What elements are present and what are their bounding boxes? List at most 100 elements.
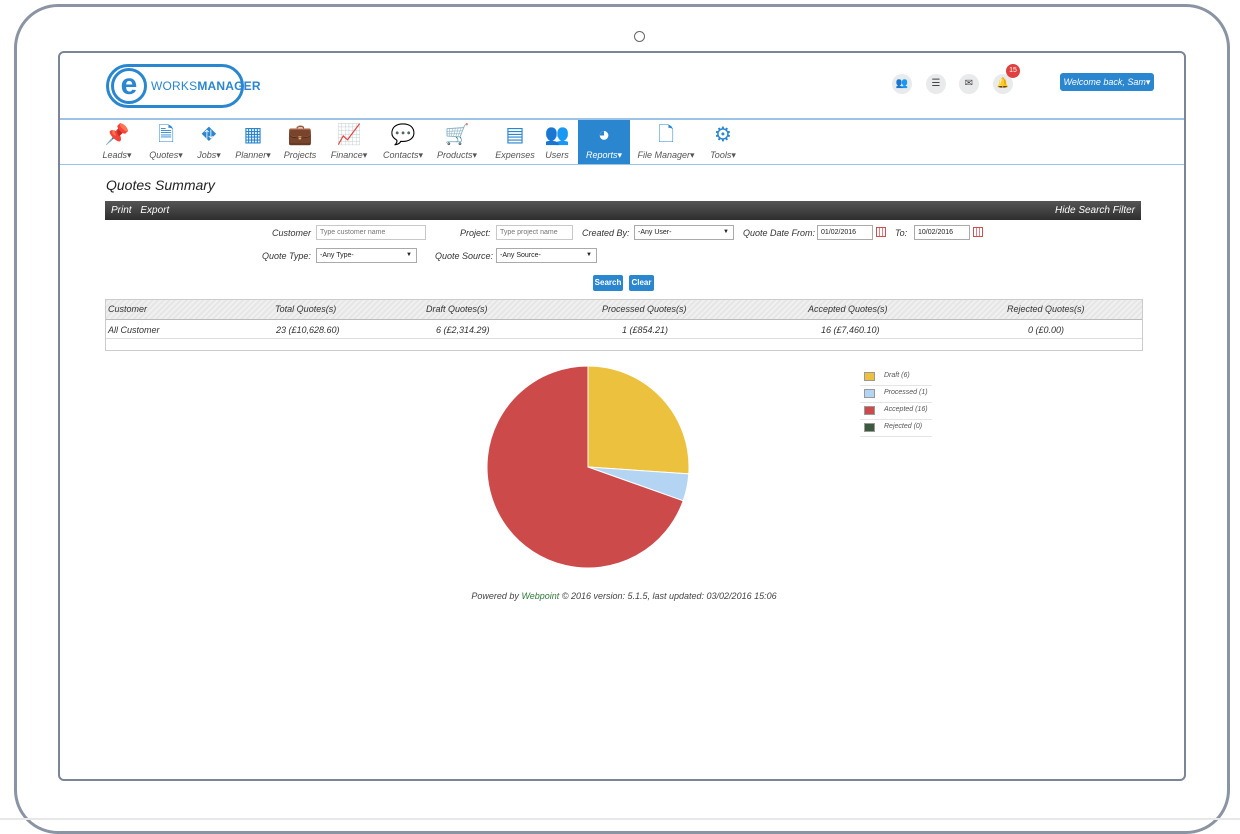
nav-item-label: File Manager▾	[637, 150, 695, 160]
briefcase-icon: 💼	[287, 124, 313, 146]
column-header: Total Quotes(s)	[275, 304, 337, 314]
document-icon: 🗎	[157, 124, 175, 146]
hide-search-filter-link[interactable]: Hide Search Filter	[1055, 201, 1135, 220]
pushpin-icon: 📌	[104, 124, 130, 146]
legend-label: Processed (1)	[884, 389, 928, 396]
chat-icon: 💬	[390, 124, 416, 146]
nav-item-quotes[interactable]: 🗎 Quotes▾	[144, 120, 188, 164]
clear-button[interactable]: Clear	[629, 275, 654, 291]
nav-item-label: Quotes▾	[149, 150, 183, 160]
created-by-select[interactable]: -Any User- ▼	[634, 225, 734, 240]
quotes-summary-table: Customer Total Quotes(s) Draft Quotes(s)…	[105, 299, 1143, 351]
legend-label: Rejected (0)	[884, 423, 923, 430]
legend-swatch	[864, 372, 875, 381]
legend-swatch	[864, 423, 875, 432]
app-logo[interactable]: e WORKSMANAGER	[106, 64, 261, 108]
nav-item-label: Leads▾	[102, 150, 132, 160]
notification-badge: 15	[1006, 64, 1020, 78]
nav-item-leads[interactable]: 📌 Leads▾	[98, 120, 136, 164]
quote-source-value: -Any Source-	[500, 252, 541, 259]
table-row[interactable]: All Customer 23 (£10,628.60) 6 (£2,314.2…	[106, 321, 1142, 339]
logo-text-bold: MANAGER	[197, 79, 261, 93]
calculator-icon: ▤	[505, 124, 525, 146]
quote-type-select[interactable]: -Any Type- ▼	[316, 248, 417, 263]
list-icon[interactable]: ☰	[926, 74, 946, 94]
quote-source-label: Quote Source:	[435, 251, 494, 261]
nav-item-planner[interactable]: ▦ Planner▾	[230, 120, 276, 164]
legend-item[interactable]: Draft (6)	[860, 369, 932, 386]
nav-item-projects[interactable]: 💼 Projects	[280, 120, 320, 164]
main-nav: 📌 Leads▾ 🗎 Quotes▾ ⛖ Jobs▾ ▦ Planner▾ 💼 Projects 📈…	[60, 120, 1184, 164]
legend-swatch	[864, 389, 875, 398]
nav-item-label: Reports▾	[585, 150, 623, 160]
column-header: Rejected Quotes(s)	[1007, 304, 1085, 314]
date-from-input[interactable]: 01/02/2016	[817, 225, 873, 240]
column-header: Accepted Quotes(s)	[808, 304, 888, 314]
date-to-input[interactable]: 10/02/2016	[914, 225, 970, 240]
nav-item-label: Expenses	[495, 150, 535, 160]
quote-source-select[interactable]: -Any Source- ▼	[496, 248, 597, 263]
nav-item-expenses[interactable]: ▤ Expenses	[490, 120, 540, 164]
nav-item-label: Tools▾	[710, 150, 736, 160]
pie-chart-icon: ◕	[597, 124, 611, 146]
nav-divider	[60, 164, 1184, 165]
quotes-pie-chart	[486, 365, 690, 569]
nav-item-jobs[interactable]: ⛖ Jobs▾	[190, 120, 228, 164]
nav-item-finance[interactable]: 📈 Finance▾	[326, 120, 372, 164]
user-menu-button[interactable]: Welcome back, Sam▾	[1060, 73, 1154, 91]
quote-type-label: Quote Type:	[262, 251, 311, 261]
calendar-icon: ▦	[243, 124, 263, 146]
column-header: Draft Quotes(s)	[426, 304, 488, 314]
date-from-label: Quote Date From:	[743, 228, 816, 238]
nav-item-label: Finance▾	[330, 150, 368, 160]
nav-item-label: Products▾	[436, 150, 478, 160]
calendar-icon[interactable]	[876, 227, 886, 237]
nav-item-reports[interactable]: ◕ Reports▾	[578, 120, 630, 164]
page-title: Quotes Summary	[106, 177, 215, 193]
nav-item-products[interactable]: 🛒 Products▾	[432, 120, 482, 164]
nav-item-file-manager[interactable]: 🗋 File Manager▾	[634, 120, 698, 164]
legend-item[interactable]: Accepted (16)	[860, 403, 932, 420]
table-header: Customer Total Quotes(s) Draft Quotes(s)…	[106, 300, 1142, 320]
chevron-down-icon: ▼	[586, 252, 592, 258]
nav-item-users[interactable]: 👥 Users	[540, 120, 574, 164]
customer-input[interactable]	[316, 225, 426, 240]
export-link[interactable]: Export	[140, 205, 169, 216]
table-cell: 23 (£10,628.60)	[276, 325, 340, 335]
welcome-label: Welcome back, Sam	[1063, 77, 1146, 87]
logo-text-light: WORKS	[151, 79, 198, 93]
footer: Powered by Webpoint © 2016 version: 5.1.…	[60, 591, 1184, 601]
project-input[interactable]	[496, 225, 573, 240]
legend-label: Accepted (16)	[884, 406, 928, 413]
legend-label: Draft (6)	[884, 372, 910, 379]
table-cell: 6 (£2,314.29)	[436, 325, 490, 335]
cogs-icon: ⚙	[714, 124, 732, 146]
logo-e-icon: e	[111, 68, 147, 104]
nav-item-contacts[interactable]: 💬 Contacts▾	[378, 120, 428, 164]
nav-item-tools[interactable]: ⚙ Tools▾	[704, 120, 742, 164]
quote-type-value: -Any Type-	[320, 252, 354, 259]
chart-legend: Draft (6) Processed (1) Accepted (16) Rejec…	[860, 369, 932, 437]
camera-icon	[634, 31, 645, 42]
nav-item-label: Planner▾	[235, 150, 271, 160]
users-icon[interactable]: 👥	[892, 74, 912, 94]
nav-item-label: Users	[545, 150, 569, 160]
print-link[interactable]: Print	[111, 205, 132, 216]
report-toolbar: Print Export Hide Search Filter	[105, 201, 1141, 220]
calendar-icon[interactable]	[973, 227, 983, 237]
pie-slice-draft[interactable]	[587, 365, 690, 475]
legend-item[interactable]: Processed (1)	[860, 386, 932, 403]
mail-icon[interactable]: ✉	[959, 74, 979, 94]
search-button[interactable]: Search	[593, 275, 623, 291]
table-cell: 1 (£854.21)	[622, 325, 669, 335]
column-header: Customer	[108, 304, 148, 314]
created-by-label: Created By:	[582, 228, 630, 238]
legend-swatch	[864, 406, 875, 415]
app-screen: e WORKSMANAGER 👥 ☰ ✉ 🔔 15 Welcome back, …	[58, 51, 1186, 781]
nav-item-label: Contacts▾	[382, 150, 424, 160]
customer-label: Customer	[272, 228, 312, 238]
webpoint-link[interactable]: Webpoint	[521, 591, 559, 601]
table-cell: All Customer	[108, 325, 160, 335]
legend-item[interactable]: Rejected (0)	[860, 420, 932, 437]
table-cell: 0 (£0.00)	[1028, 325, 1065, 335]
